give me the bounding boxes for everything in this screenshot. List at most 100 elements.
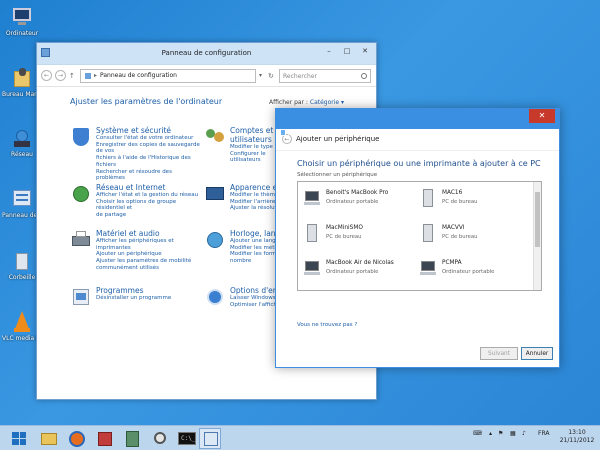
back-arrow-icon[interactable]: ←	[41, 70, 52, 81]
language-indicator[interactable]: FRA	[538, 430, 549, 437]
device-item[interactable]: Benoit's MacBook Pro Ordinateur portable	[304, 188, 414, 212]
maximize-button[interactable]: □	[338, 45, 356, 57]
magnifier-icon	[154, 432, 166, 444]
printer-icon	[70, 229, 92, 251]
control-panel-small-icon	[85, 72, 91, 79]
category-link[interactable]: de partage	[96, 212, 200, 219]
category-link[interactable]: Ajuster les paramètres de mobilité	[96, 258, 200, 265]
laptop-icon	[304, 259, 320, 277]
device-list: Benoit's MacBook Pro Ordinateur portable…	[297, 181, 542, 291]
shield-icon	[70, 126, 92, 148]
users-icon	[204, 126, 226, 148]
dialog-title-text: Ajouter un périphérique	[280, 129, 371, 138]
category-programs: Programmes Désinstaller un programme	[70, 286, 200, 305]
refresh-icon[interactable]: ↻	[268, 72, 276, 80]
taskbar: C:\_ ⌨ ▴ ⚑ ▦ ♪ FRA 13:10 21/11/2012	[0, 425, 600, 450]
document-icon	[126, 431, 139, 447]
up-arrow-icon[interactable]: ↑	[69, 72, 77, 80]
device-item[interactable]: MacMiniSMO PC de bureau	[304, 223, 414, 247]
category-link[interactable]: Désinstaller un programme	[96, 295, 200, 302]
page-title: Ajuster les paramètres de l'ordinateur	[70, 97, 223, 106]
category-link[interactable]: Rechercher et résoudre des problèmes	[96, 169, 200, 182]
network-tray-icon[interactable]: ▦	[510, 430, 516, 437]
category-link[interactable]: communément utilisés	[96, 265, 200, 272]
keyboard-icon[interactable]: ⌨	[473, 430, 482, 437]
category-network-internet: Réseau et Internet Afficher l'état et la…	[70, 183, 200, 219]
cancel-button[interactable]: Annuler	[521, 347, 553, 360]
clock-globe-icon	[204, 229, 226, 251]
address-dropdown-icon[interactable]: ▾	[259, 72, 265, 79]
network-icon	[11, 127, 33, 149]
category-system-security: Système et sécurité Consulter l'état de …	[70, 126, 200, 182]
desktop-pc-icon	[420, 224, 436, 242]
clock-time: 13:10	[568, 429, 586, 436]
forward-arrow-icon[interactable]: →	[55, 70, 66, 81]
dialog-subheading: Sélectionner un périphérique	[297, 172, 378, 178]
tray-up-arrow-icon[interactable]: ▴	[489, 430, 492, 437]
category-title[interactable]: Matériel et audio	[96, 229, 200, 238]
scrollbar-thumb[interactable]	[535, 192, 540, 247]
laptop-icon	[304, 189, 320, 207]
category-link[interactable]: Choisir les options de groupe résidentie…	[96, 199, 200, 212]
clock[interactable]: 13:10 21/11/2012	[556, 429, 598, 445]
taskbar-firefox[interactable]	[66, 428, 88, 449]
minimize-button[interactable]: –	[320, 45, 338, 57]
category-title[interactable]: Système et sécurité	[96, 126, 200, 135]
user-folder-icon	[11, 67, 33, 89]
control-panel-icon	[11, 188, 33, 210]
terminal-icon: C:\_	[178, 432, 196, 445]
folder-icon	[41, 433, 57, 445]
taskbar-app-network[interactable]	[94, 428, 116, 449]
category-hardware-sound: Matériel et audio Afficher les périphéri…	[70, 229, 200, 272]
category-link[interactable]: fichiers à l'aide de l'Historique des fi…	[96, 155, 200, 168]
taskbar-explorer[interactable]	[38, 428, 60, 449]
dialog-titlebar[interactable]: ✕	[276, 109, 559, 129]
start-button[interactable]	[8, 428, 30, 449]
desktop-icon-computer[interactable]: Ordinateur	[2, 6, 42, 37]
search-icon	[361, 72, 367, 79]
desktop-pc-icon	[420, 189, 436, 207]
flag-icon[interactable]: ⚑	[498, 430, 503, 437]
control-panel-titlebar[interactable]: Panneau de configuration – □ ✕	[37, 43, 376, 65]
device-item[interactable]: MAC16 PC de bureau	[420, 188, 530, 212]
category-link[interactable]: Consulter l'état de votre ordinateur	[96, 135, 200, 142]
address-bar-row: ← → ↑ ▸ Panneau de configuration ▾ ↻ Rec…	[37, 65, 376, 87]
firefox-icon	[69, 431, 85, 447]
category-title[interactable]: Programmes	[96, 286, 200, 295]
close-button[interactable]: ✕	[356, 45, 374, 57]
category-link[interactable]: Enregistrer des copies de sauvegarde de …	[96, 142, 200, 155]
device-item[interactable]: MacBook Air de Nicolas Ordinateur portab…	[304, 258, 414, 282]
chevron-down-icon: ▾	[341, 99, 345, 106]
address-input[interactable]: ▸ Panneau de configuration	[80, 68, 256, 83]
volume-icon[interactable]: ♪	[522, 430, 526, 437]
device-item[interactable]: PCMPA Ordinateur portable	[420, 258, 530, 282]
taskbar-app-search[interactable]	[150, 428, 172, 449]
network-tool-icon	[98, 432, 112, 446]
dialog-close-button[interactable]: ✕	[529, 109, 555, 123]
clock-date: 21/11/2012	[559, 437, 595, 444]
windows-logo-icon	[12, 432, 26, 445]
category-title[interactable]: Réseau et Internet	[96, 183, 200, 192]
desktop-pc-icon	[304, 224, 320, 242]
device-item[interactable]: MACVVI PC de bureau	[420, 223, 530, 247]
taskbar-control-panel[interactable]	[199, 428, 221, 449]
add-device-dialog: ✕ ← Ajouter un périphérique Choisir un p…	[275, 108, 560, 368]
device-list-scrollbar[interactable]	[533, 182, 541, 290]
laptop-icon	[420, 259, 436, 277]
taskbar-app-documents[interactable]	[122, 428, 144, 449]
appearance-icon	[204, 183, 226, 205]
breadcrumb: Panneau de configuration	[100, 72, 177, 79]
view-by-control[interactable]: Afficher par : Catégorie ▾	[269, 99, 344, 106]
view-by-dropdown[interactable]: Catégorie	[310, 99, 339, 106]
search-input[interactable]: Rechercher	[279, 68, 371, 83]
recycle-bin-icon	[11, 250, 33, 272]
category-link[interactable]: Afficher les périphériques et imprimante…	[96, 238, 200, 251]
device-add-icon	[280, 129, 286, 136]
control-panel-icon	[204, 432, 218, 446]
network-globe-icon	[70, 183, 92, 205]
taskbar-command-prompt[interactable]: C:\_	[176, 428, 198, 449]
category-link[interactable]: Afficher l'état et la gestion du réseau	[96, 192, 200, 199]
vlc-icon	[11, 311, 33, 333]
not-found-link[interactable]: Vous ne trouvez pas ?	[297, 322, 357, 328]
next-button[interactable]: Suivant	[480, 347, 518, 360]
